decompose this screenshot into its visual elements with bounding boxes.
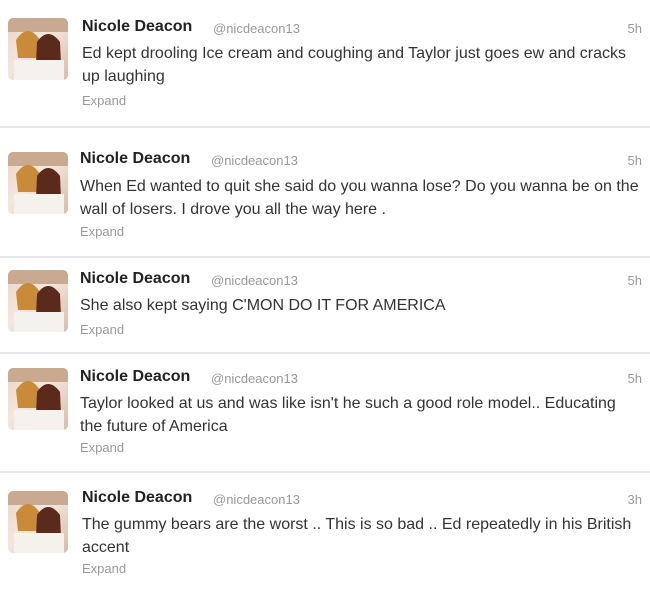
- timestamp[interactable]: 5h: [628, 21, 642, 36]
- avatar[interactable]: [8, 152, 68, 214]
- author-name[interactable]: Nicole Deacon: [82, 18, 192, 36]
- author-handle[interactable]: @nicdeacon13: [211, 153, 298, 168]
- timestamp[interactable]: 3h: [628, 492, 642, 507]
- author-name[interactable]: Nicole Deacon: [82, 489, 192, 507]
- tweet-item: Nicole Deacon @nicdeacon13 5h She also k…: [0, 258, 650, 352]
- avatar[interactable]: [8, 18, 68, 80]
- tweet-text: Taylor looked at us and was like isn't h…: [80, 395, 616, 435]
- avatar[interactable]: [8, 368, 68, 430]
- tweet-item: Nicole Deacon @nicdeacon13 5h When Ed wa…: [0, 128, 650, 256]
- expand-link[interactable]: Expand: [80, 440, 124, 455]
- expand-link[interactable]: Expand: [80, 224, 124, 239]
- tweet-item: Nicole Deacon @nicdeacon13 5h Ed kept dr…: [0, 0, 650, 126]
- tweet-feed: Nicole Deacon @nicdeacon13 5h Ed kept dr…: [0, 0, 650, 592]
- tweet-item: Nicole Deacon @nicdeacon13 5h Taylor loo…: [0, 354, 650, 471]
- tweet-text: Ed kept drooling Ice cream and coughing …: [82, 45, 627, 85]
- author-name[interactable]: Nicole Deacon: [80, 270, 190, 288]
- avatar[interactable]: [8, 491, 68, 553]
- expand-link[interactable]: Expand: [80, 322, 124, 337]
- author-name[interactable]: Nicole Deacon: [80, 150, 190, 168]
- avatar[interactable]: [8, 270, 68, 332]
- tweet-text: The gummy bears are the worst .. This is…: [82, 516, 632, 556]
- timestamp[interactable]: 5h: [628, 371, 642, 386]
- tweet-text: When Ed wanted to quit she said do you w…: [80, 178, 639, 218]
- author-handle[interactable]: @nicdeacon13: [213, 21, 300, 36]
- tweet-text: She also kept saying C'MON DO IT FOR AME…: [80, 297, 446, 314]
- author-handle[interactable]: @nicdeacon13: [211, 273, 298, 288]
- author-handle[interactable]: @nicdeacon13: [213, 492, 300, 507]
- author-name[interactable]: Nicole Deacon: [80, 368, 190, 386]
- expand-link[interactable]: Expand: [82, 561, 126, 576]
- expand-link[interactable]: Expand: [82, 93, 126, 108]
- timestamp[interactable]: 5h: [628, 153, 642, 168]
- timestamp[interactable]: 5h: [628, 273, 642, 288]
- author-handle[interactable]: @nicdeacon13: [211, 371, 298, 386]
- tweet-item: Nicole Deacon @nicdeacon13 3h The gummy …: [0, 473, 650, 592]
